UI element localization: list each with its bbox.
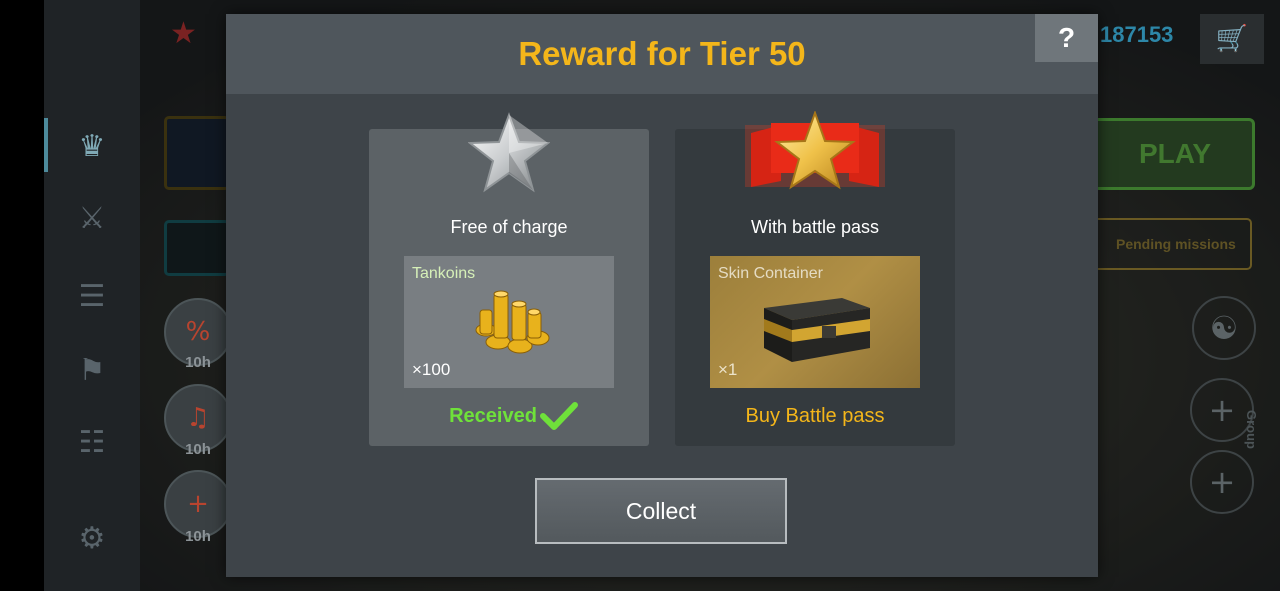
buy-battle-pass-link[interactable]: Buy Battle pass bbox=[675, 405, 955, 428]
checkmark-icon bbox=[540, 402, 578, 430]
reward-name: Tankoins bbox=[412, 265, 476, 282]
reward-name: Skin Container bbox=[718, 265, 823, 282]
tankoins-reward-tile: Tankoins ×100 bbox=[404, 256, 614, 388]
skin-container-icon bbox=[764, 298, 870, 362]
add-group-member-icon[interactable]: + bbox=[1190, 450, 1254, 514]
nav-tank-icon[interactable]: ☰ bbox=[68, 272, 116, 320]
shop-cart-icon[interactable]: 🛒 bbox=[1200, 14, 1264, 64]
silver-star-icon bbox=[468, 112, 550, 193]
reward-quantity: ×1 bbox=[718, 360, 738, 379]
collect-button[interactable]: Collect bbox=[535, 478, 787, 544]
battle-pass-reward-card: With battle pass Skin Container ×1 Buy B… bbox=[675, 111, 955, 446]
group-label: Group bbox=[1244, 410, 1259, 449]
coins-balance: 187153 bbox=[1100, 22, 1174, 47]
timer-label: 10h bbox=[185, 441, 211, 458]
pending-missions-button[interactable]: Pending missions bbox=[1098, 218, 1252, 270]
reward-quantity: ×100 bbox=[412, 360, 451, 379]
reward-modal: Reward for Tier 50 ? Free of charge Tank… bbox=[226, 14, 1098, 577]
skin-container-reward-tile: Skin Container ×1 bbox=[710, 256, 920, 388]
received-status: Received bbox=[449, 405, 537, 427]
battle-pass-card-label: With battle pass bbox=[750, 217, 880, 237]
timer-label: 10h bbox=[185, 528, 211, 545]
side-navigation: ♛ ⚔ ☰ ⚑ ☷ ⚙ bbox=[44, 0, 140, 591]
play-button[interactable]: PLAY bbox=[1098, 118, 1255, 190]
friends-icon[interactable]: ☯ bbox=[1192, 296, 1256, 360]
coin-pile-icon bbox=[475, 290, 550, 354]
timer-label: 10h bbox=[185, 354, 211, 371]
nav-weapons-icon[interactable]: ⚔ bbox=[68, 194, 116, 242]
nav-list-icon[interactable]: ☷ bbox=[68, 418, 116, 466]
nav-settings-icon[interactable]: ⚙ bbox=[68, 514, 116, 562]
gold-star-ribbon-icon bbox=[745, 111, 885, 190]
rank-icon: ★ bbox=[170, 16, 197, 51]
nav-garage-icon[interactable]: ♛ bbox=[68, 122, 116, 170]
free-card-label: Free of charge bbox=[450, 217, 568, 237]
free-reward-card: Free of charge Tankoins ×100 Received bbox=[369, 112, 649, 446]
modal-title: Reward for Tier 50 bbox=[518, 35, 806, 72]
nav-flag-icon[interactable]: ⚑ bbox=[68, 346, 116, 394]
help-button[interactable]: ? bbox=[1035, 14, 1098, 62]
nav-active-indicator bbox=[44, 118, 48, 172]
